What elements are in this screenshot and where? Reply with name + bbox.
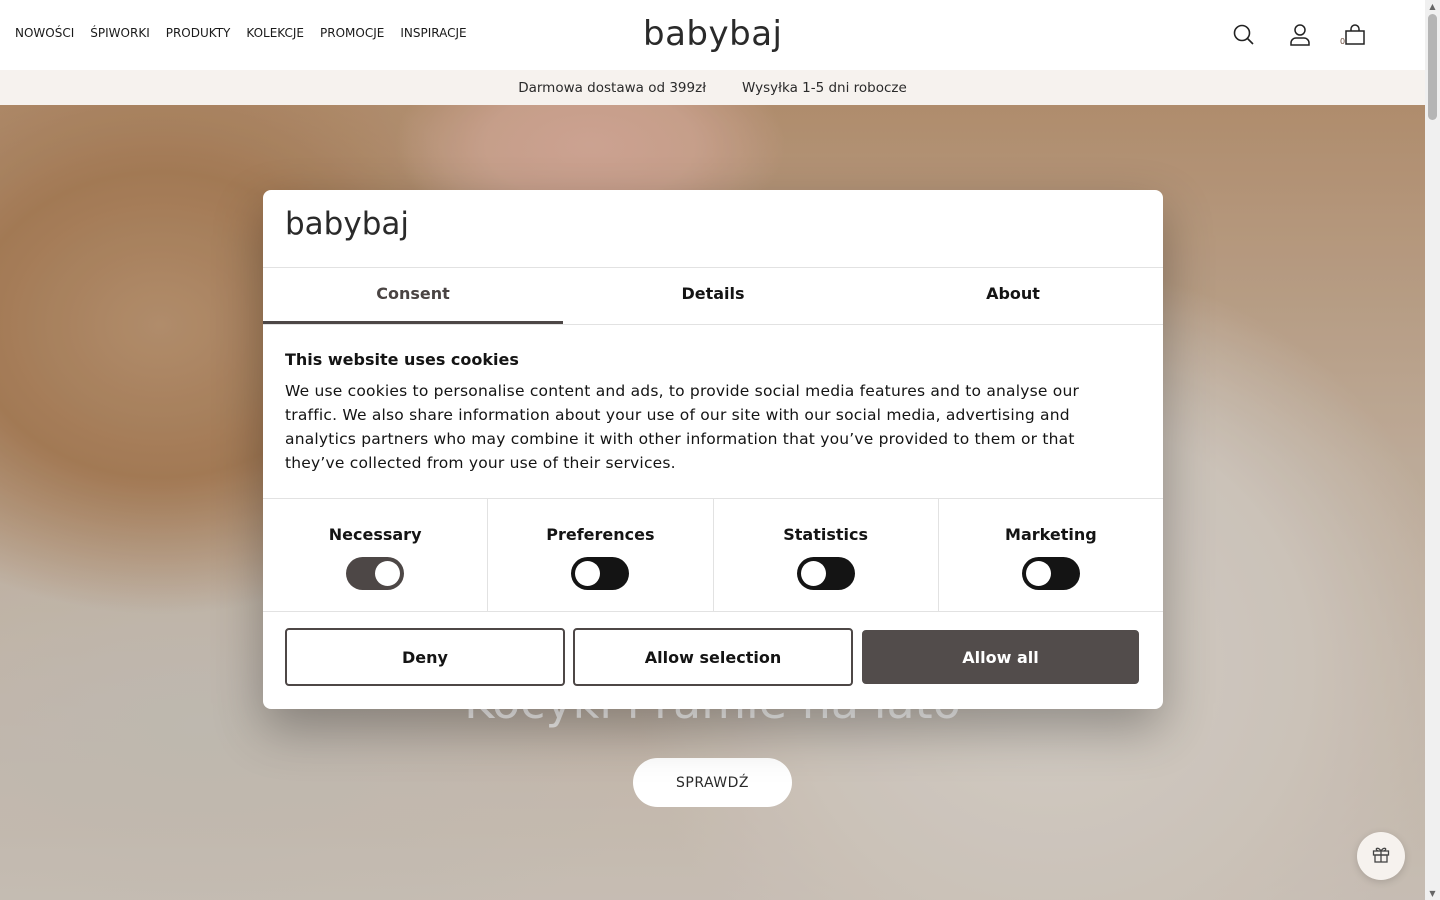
site-header: NOWOŚCI ŚPIWORKI PRODUKTY KOLEKCJE PROMO… [0,0,1425,70]
main-nav: NOWOŚCI ŚPIWORKI PRODUKTY KOLEKCJE PROMO… [15,26,483,40]
necessary-toggle[interactable] [346,557,405,590]
search-icon[interactable] [1231,22,1257,48]
tab-consent[interactable]: Consent [263,268,563,324]
user-icon[interactable] [1287,22,1313,48]
hero-cta-button[interactable]: SPRAWDŹ [633,758,792,807]
page-scrollbar[interactable]: ▲ ▼ [1425,0,1440,900]
scroll-thumb[interactable] [1428,14,1437,120]
nav-item-kolekcje[interactable]: KOLEKCJE [246,26,304,40]
nav-item-promocje[interactable]: PROMOCJE [320,26,384,40]
site-logo[interactable]: babybaj [643,14,782,54]
category-label: Preferences [546,525,655,544]
scroll-down-arrow-icon[interactable]: ▼ [1428,889,1437,898]
category-label: Statistics [783,525,868,544]
category-statistics: Statistics [714,499,939,611]
gift-icon [1371,844,1391,868]
scroll-up-arrow-icon[interactable]: ▲ [1428,2,1437,11]
allow-selection-button[interactable]: Allow selection [573,628,853,686]
toggle-knob [1025,561,1051,586]
nav-item-nowosci[interactable]: NOWOŚCI [15,26,74,40]
category-label: Marketing [1005,525,1097,544]
cart-count-badge: 0 [1340,37,1346,46]
marketing-toggle[interactable] [1021,557,1080,590]
statistics-toggle[interactable] [796,557,855,590]
free-shipping-text: Darmowa dostawa od 399zł [518,79,707,96]
cookie-categories: Necessary Preferences Statistics Marketi… [263,498,1163,612]
nav-item-spiworki[interactable]: ŚPIWORKI [90,26,149,40]
tab-about[interactable]: About [863,268,1163,324]
cookie-consent-dialog: babybaj Consent Details About This websi… [263,190,1163,709]
dialog-description: We use cookies to personalise content an… [285,382,1080,472]
tab-details[interactable]: Details [563,268,863,324]
deny-button[interactable]: Deny [285,628,565,686]
toggle-knob [800,561,826,586]
toggle-knob [375,561,401,586]
category-preferences: Preferences [488,499,714,611]
nav-item-inspiracje[interactable]: INSPIRACJE [400,26,466,40]
dispatch-time-text: Wysyłka 1-5 dni robocze [742,79,907,96]
dialog-tabs: Consent Details About [263,268,1163,325]
category-necessary: Necessary [263,499,489,611]
dialog-title: This website uses cookies [285,350,519,369]
toggle-knob [575,561,601,586]
allow-all-button[interactable]: Allow all [862,630,1139,684]
category-label: Necessary [328,525,422,544]
shipping-info-bar: Darmowa dostawa od 399zł Wysyłka 1-5 dni… [0,70,1425,105]
gift-button[interactable] [1357,832,1405,880]
category-marketing: Marketing [939,499,1163,611]
dialog-logo: babybaj [285,206,409,242]
preferences-toggle[interactable] [571,557,630,590]
cart-icon[interactable] [1342,22,1368,48]
nav-item-produkty[interactable]: PRODUKTY [166,26,231,40]
